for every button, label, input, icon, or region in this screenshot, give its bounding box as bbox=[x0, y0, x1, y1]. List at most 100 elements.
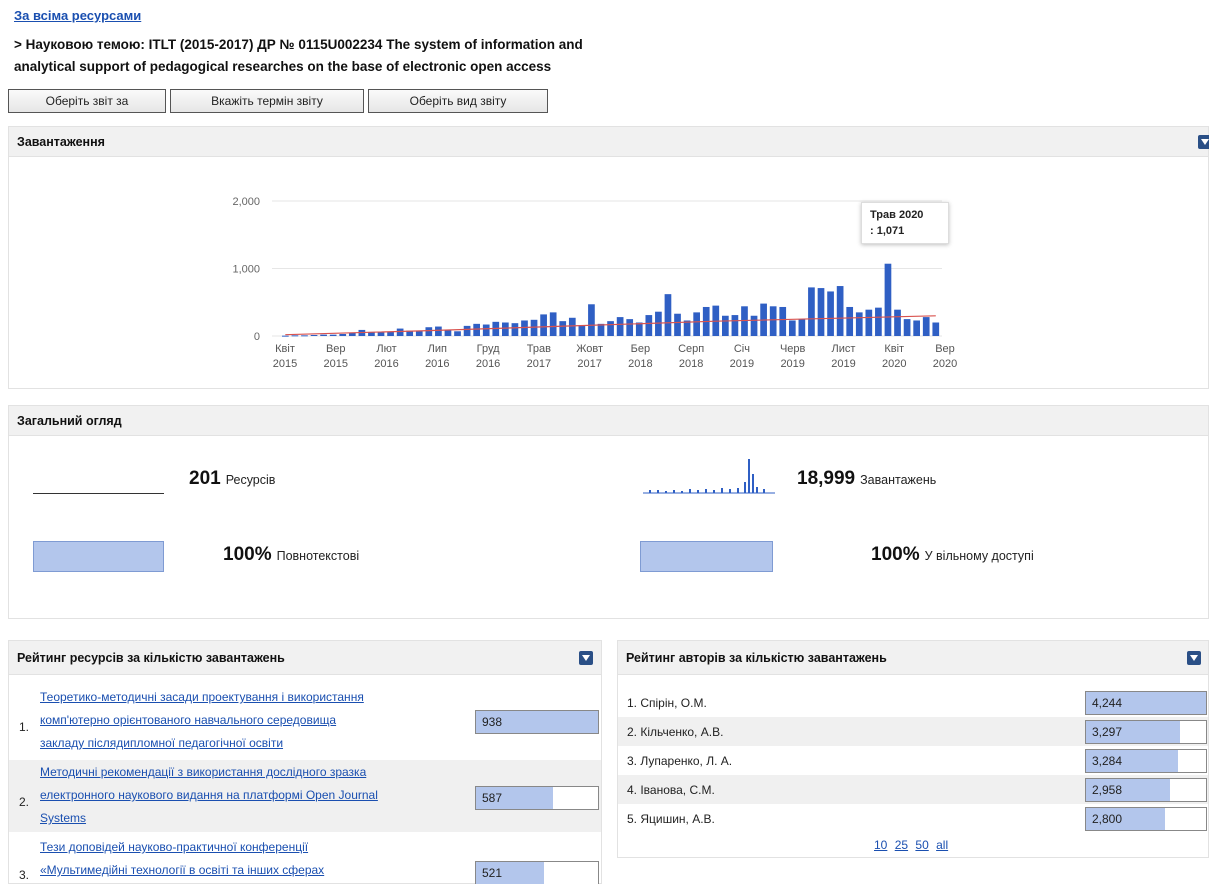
chart-bar bbox=[559, 321, 567, 336]
resource-rank: 3. bbox=[19, 868, 30, 882]
author-downloads-bar: 4,244 bbox=[1085, 691, 1207, 715]
resource-rank: 2. bbox=[19, 795, 30, 809]
authors-ranking-title: Рейтинг авторів за кількістю завантажень bbox=[618, 641, 1208, 675]
author-downloads-value: 2,800 bbox=[1092, 812, 1123, 826]
resource-title-line: Теоретико-методичні засади проектування … bbox=[40, 690, 364, 704]
resource-row: 3. Тези доповідей науково-практичної кон… bbox=[9, 834, 601, 884]
x-tick-year: 2018 bbox=[628, 358, 652, 370]
chart-bar bbox=[827, 291, 834, 336]
x-tick-month: Вер bbox=[326, 343, 346, 355]
x-tick-year: 2017 bbox=[527, 358, 551, 370]
author-row: 2. Кільченко, А.В. 3,297 bbox=[618, 717, 1208, 746]
author-downloads-bar: 3,284 bbox=[1085, 749, 1207, 773]
chart-bar bbox=[817, 288, 825, 336]
subtitle-line-1: > Науковою темою: ITLT (2015-2017) ДР № … bbox=[14, 37, 583, 52]
x-tick-year: 2020 bbox=[933, 358, 957, 370]
resource-title-link[interactable]: Тези доповідей науково-практичної конфер… bbox=[40, 836, 470, 882]
x-tick-month: Жовт bbox=[576, 343, 603, 355]
fulltext-percent: 100% bbox=[223, 544, 272, 565]
chart-bar bbox=[836, 286, 844, 336]
chart-bar bbox=[320, 334, 327, 336]
resource-downloads-value: 521 bbox=[482, 866, 503, 880]
author-name: 4. Іванова, С.М. bbox=[627, 783, 715, 797]
chart-bar bbox=[769, 306, 777, 336]
collapse-icon[interactable] bbox=[1198, 135, 1209, 149]
downloads-chart-svg: 2,000 1,000 0 Квіт 2015 Вер 2015 Лют 2016 Лип 2016… bbox=[232, 196, 957, 370]
resource-title-line: комп'ютерно орієнтованого навчального се… bbox=[40, 713, 337, 727]
chart-bar bbox=[282, 335, 289, 337]
resource-downloads-bar: 938 bbox=[475, 710, 599, 734]
fulltext-bar bbox=[33, 541, 164, 572]
chart-bar bbox=[779, 306, 787, 336]
page-size-all-link[interactable]: all bbox=[936, 838, 948, 852]
x-tick-month: Трав bbox=[527, 343, 551, 355]
open-access-bar bbox=[640, 541, 773, 572]
resources-sparkline bbox=[33, 493, 164, 494]
resource-downloads-value: 938 bbox=[482, 715, 503, 729]
chart-bar bbox=[444, 329, 452, 336]
resources-label: Ресурсів bbox=[225, 473, 276, 487]
x-tick-year: 2016 bbox=[425, 358, 449, 370]
author-name: 5. Яцишин, А.В. bbox=[627, 812, 715, 826]
resource-title-link[interactable]: Теоретико-методичні засади проектування … bbox=[40, 686, 470, 755]
author-row: 4. Іванова, С.М. 2,958 bbox=[618, 775, 1208, 804]
chart-bar bbox=[922, 317, 930, 336]
tooltip-value: : 1,071 bbox=[870, 225, 905, 237]
chart-bar bbox=[310, 334, 318, 336]
x-tick-month: Черв bbox=[780, 343, 806, 355]
chart-bar bbox=[808, 287, 815, 336]
chart-bar bbox=[645, 315, 653, 336]
x-tick-month: Вер bbox=[935, 343, 955, 355]
resource-downloads-bar: 587 bbox=[475, 786, 599, 810]
chart-bar bbox=[664, 294, 672, 336]
chart-bar bbox=[884, 263, 892, 336]
downloads-panel: Завантаження 2,000 1,000 0 Квіт 2015 Вер 2015 Л… bbox=[8, 126, 1209, 389]
x-tick-year: 2019 bbox=[730, 358, 754, 370]
authors-collapse-icon[interactable] bbox=[1187, 651, 1201, 665]
author-row: 1. Спірін, О.М. 4,244 bbox=[618, 688, 1208, 717]
downloads-panel-title: Завантаження bbox=[9, 127, 1208, 157]
resource-row: 2. Методичні рекомендації з використання… bbox=[9, 760, 601, 832]
resource-downloads-bar: 521 bbox=[475, 861, 599, 884]
page-size-25-link[interactable]: 25 bbox=[895, 838, 908, 852]
chart-bar bbox=[415, 331, 423, 336]
chart-bar bbox=[502, 322, 509, 336]
chart-bar bbox=[578, 325, 586, 336]
x-tick-year: 2015 bbox=[324, 358, 348, 370]
x-tick-month: Серп bbox=[678, 343, 704, 355]
breadcrumb-all-resources-link[interactable]: За всіма ресурсами bbox=[14, 8, 141, 23]
page-subtitle: > Науковою темою: ITLT (2015-2017) ДР № … bbox=[14, 34, 754, 78]
chart-bar bbox=[798, 319, 806, 336]
author-row: 3. Лупаренко, Л. А. 3,284 bbox=[618, 746, 1208, 775]
select-report-for-button[interactable]: Оберіть звіт за bbox=[8, 89, 166, 113]
resource-title-link[interactable]: Методичні рекомендації з використання до… bbox=[40, 761, 470, 830]
report-term-button[interactable]: Вкажіть термін звіту bbox=[170, 89, 364, 113]
x-tick-year: 2015 bbox=[273, 358, 297, 370]
chart-bar bbox=[540, 314, 547, 336]
downloads-chart: 2,000 1,000 0 Квіт 2015 Вер 2015 Лют 2016 Лип 2016… bbox=[9, 157, 1208, 394]
chart-bar bbox=[674, 313, 681, 336]
downloads-stat: 18,999 Завантажень bbox=[797, 468, 936, 490]
chart-bar bbox=[454, 331, 461, 336]
page-size-50-link[interactable]: 50 bbox=[915, 838, 928, 852]
chart-bar bbox=[339, 333, 347, 336]
chart-bar bbox=[568, 317, 576, 336]
open-access-stat: 100% У вільному доступі bbox=[871, 544, 1034, 566]
resources-ranking-title: Рейтинг ресурсів за кількістю завантажен… bbox=[9, 641, 601, 675]
resource-row: 1. Теоретико-методичні засади проектуван… bbox=[9, 686, 601, 758]
chart-bar bbox=[425, 327, 433, 336]
resources-collapse-icon[interactable] bbox=[579, 651, 593, 665]
page-size-10-link[interactable]: 10 bbox=[874, 838, 887, 852]
chart-bar bbox=[396, 328, 404, 336]
x-tick-year: 2016 bbox=[476, 358, 500, 370]
chart-bar bbox=[435, 326, 442, 336]
authors-ranking-panel: Рейтинг авторів за кількістю завантажень… bbox=[617, 640, 1209, 858]
x-tick-year: 2018 bbox=[679, 358, 703, 370]
open-access-percent: 100% bbox=[871, 544, 920, 565]
downloads-label: Завантажень bbox=[860, 473, 937, 487]
chart-bar bbox=[788, 320, 796, 336]
report-type-button[interactable]: Оберіть вид звіту bbox=[368, 89, 548, 113]
chart-bar bbox=[693, 312, 700, 336]
x-tick-month: Бер bbox=[631, 343, 650, 355]
author-downloads-value: 3,297 bbox=[1092, 725, 1123, 739]
